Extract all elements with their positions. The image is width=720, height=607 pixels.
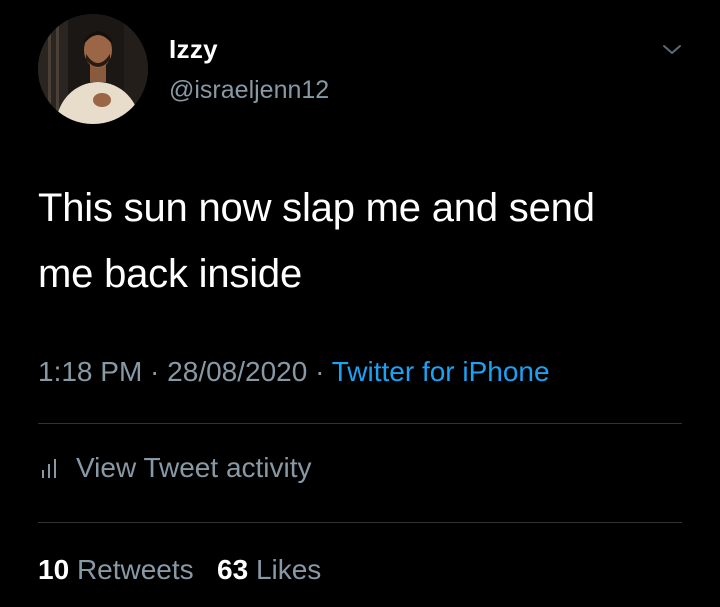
likes-label: Likes <box>255 554 322 585</box>
tweet-text-line: This sun now slap me and send <box>38 186 595 230</box>
retweets-stat[interactable]: 10 Retweets <box>38 554 194 585</box>
tweet-text-line: me back inside <box>38 252 302 296</box>
meta-separator: · <box>307 356 332 387</box>
bar-chart-icon <box>42 459 56 478</box>
avatar[interactable] <box>38 14 148 124</box>
view-tweet-activity-button[interactable]: View Tweet activity <box>40 452 312 484</box>
tweet-card: Izzy @israeljenn12 This sun now slap me … <box>0 0 720 607</box>
tweet-text: This sun now slap me and send me back in… <box>38 175 678 307</box>
likes-count: 63 <box>217 554 249 585</box>
tweet-date[interactable]: 28/08/2020 <box>167 356 307 387</box>
display-name[interactable]: Izzy <box>169 34 218 65</box>
profile-photo <box>38 14 148 124</box>
tweet-metadata: 1:18 PM · 28/08/2020 · Twitter for iPhon… <box>38 356 550 388</box>
tweet-time[interactable]: 1:18 PM <box>38 356 142 387</box>
chevron-down-icon[interactable] <box>660 38 684 62</box>
tweet-stats: 10 Retweets 63 Likes <box>38 554 321 586</box>
likes-stat[interactable]: 63 Likes <box>217 554 321 585</box>
retweets-count: 10 <box>38 554 70 585</box>
meta-separator: · <box>142 356 168 387</box>
username-handle[interactable]: @israeljenn12 <box>169 76 329 105</box>
divider <box>38 423 682 424</box>
tweet-source-link[interactable]: Twitter for iPhone <box>332 356 550 387</box>
view-tweet-activity-label: View Tweet activity <box>76 452 312 483</box>
retweets-label: Retweets <box>76 554 194 585</box>
divider <box>38 522 682 523</box>
